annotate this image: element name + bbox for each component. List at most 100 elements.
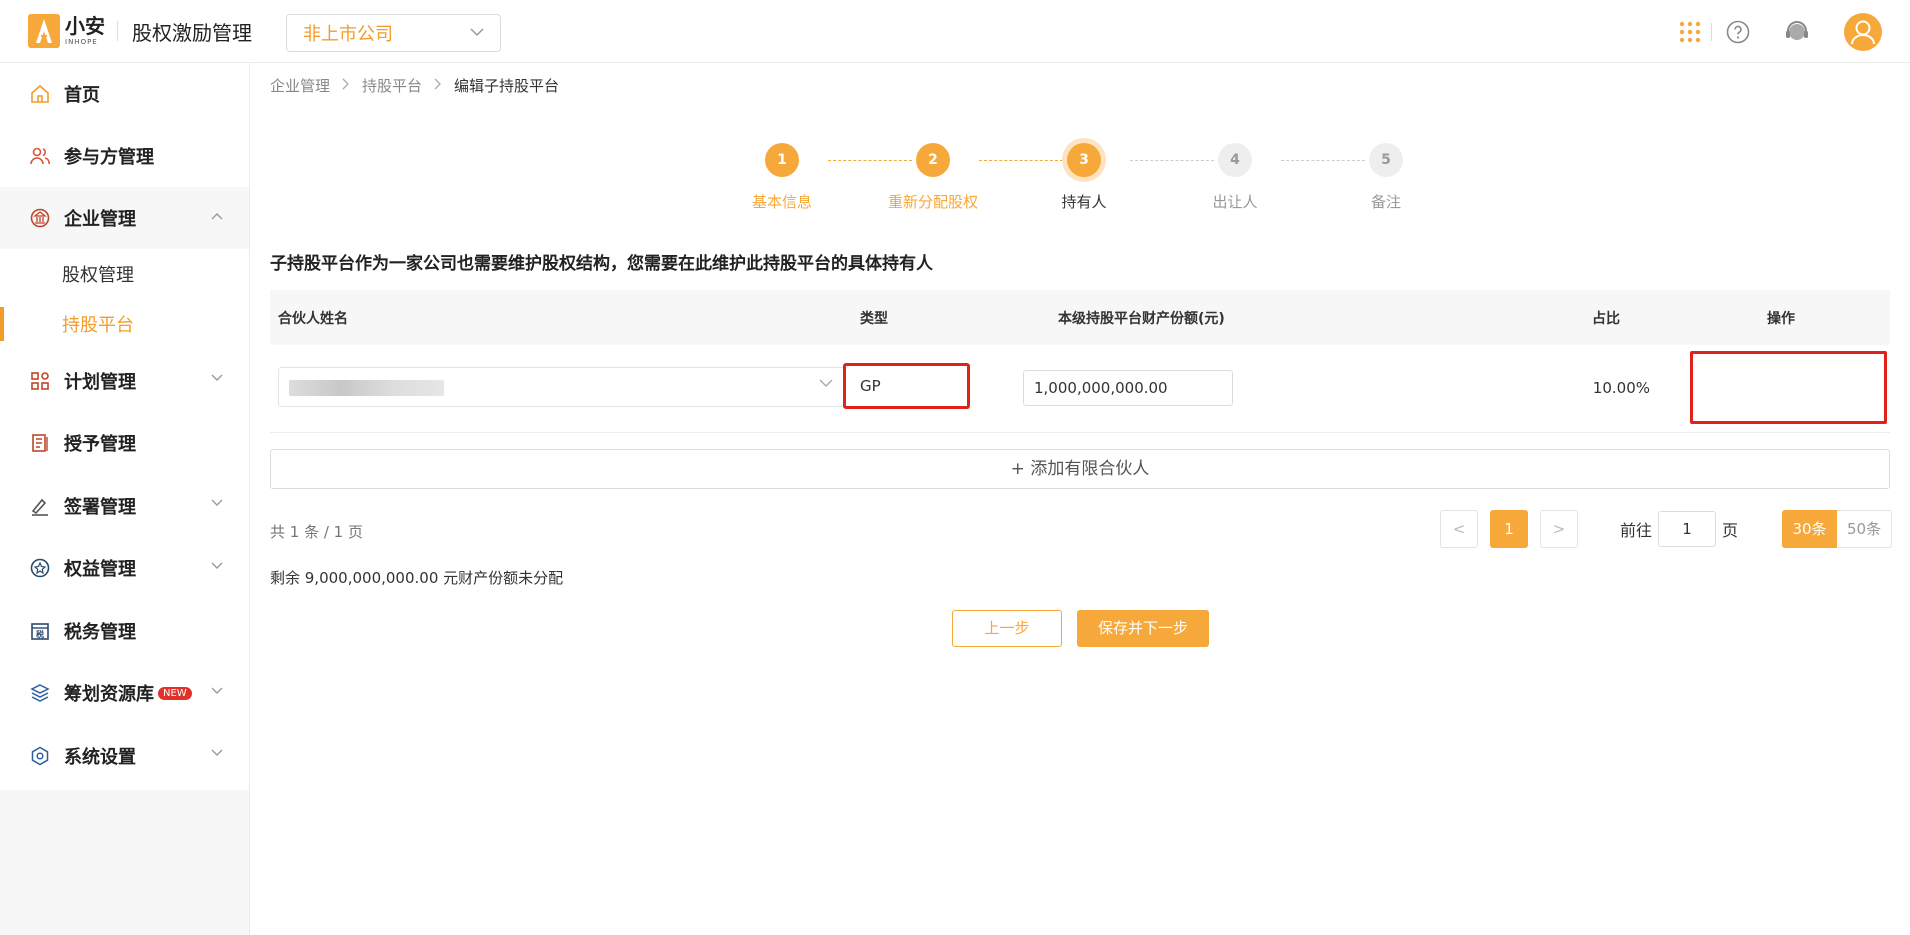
- step-label: 重新分配股权: [887, 193, 978, 211]
- logo-icon: [28, 14, 60, 48]
- help-icon[interactable]: [1726, 20, 1750, 44]
- customer-service-icon[interactable]: [1784, 19, 1810, 45]
- amount-input[interactable]: 1,000,000,000.00: [1023, 370, 1233, 406]
- partner-name-select[interactable]: [278, 367, 844, 407]
- add-limited-partner-button[interactable]: + 添加有限合伙人: [270, 449, 1890, 489]
- table-header: 合伙人姓名 类型 本级持股平台财产份额(元) 占比 操作: [270, 290, 1890, 345]
- page-number-button[interactable]: 1: [1490, 510, 1528, 548]
- sidebar-item-resources[interactable]: 筹划资源库 NEW: [0, 662, 249, 724]
- company-type-select[interactable]: 非上市公司: [286, 14, 501, 52]
- sidebar-item-label: 首页: [64, 85, 100, 106]
- page-size-30[interactable]: 30条: [1782, 510, 1838, 548]
- column-header-type: 类型: [860, 310, 888, 327]
- goto-label: 前往: [1620, 521, 1653, 540]
- svg-text:税: 税: [36, 629, 44, 639]
- company-type-value: 非上市公司: [303, 24, 393, 45]
- sidebar-item-grant[interactable]: 授予管理: [0, 412, 249, 474]
- sidebar-subitem-equity[interactable]: 股权管理: [0, 249, 249, 299]
- step-4: 4 出让人: [1180, 143, 1290, 212]
- column-header-ratio: 占比: [1592, 310, 1620, 327]
- save-and-next-button[interactable]: 保存并下一步: [1077, 610, 1209, 647]
- sidebar-subitem-holding-platform[interactable]: 持股平台: [0, 299, 249, 349]
- chevron-down-icon: [211, 746, 223, 760]
- sidebar-item-enterprise[interactable]: 企业管理: [0, 187, 249, 249]
- step-number: 3: [1067, 143, 1101, 177]
- sidebar-item-participants[interactable]: 参与方管理: [0, 125, 249, 187]
- breadcrumb-item[interactable]: 企业管理: [270, 75, 330, 96]
- divider: [1711, 22, 1712, 41]
- sidebar-item-tax[interactable]: 税 税务管理: [0, 599, 249, 662]
- sidebar-item-sign[interactable]: 签署管理: [0, 474, 249, 537]
- goto-page-input[interactable]: 1: [1658, 511, 1717, 547]
- apps-grid-icon[interactable]: [1679, 21, 1701, 43]
- step-number: 4: [1218, 143, 1252, 177]
- step-number: 5: [1369, 143, 1403, 177]
- step-indicator: 1 基本信息 2 重新分配股权 3 持有人 4 出让人 5 备注: [740, 143, 1480, 223]
- sidebar-item-label: 权益管理: [64, 559, 136, 580]
- app-title: 股权激励管理: [132, 20, 252, 45]
- pagination-total: 共 1 条 / 1 页: [270, 523, 363, 541]
- enterprise-icon: [28, 206, 52, 230]
- step-number: 2: [916, 143, 950, 177]
- redacted-name: [289, 380, 444, 396]
- sidebar: 首页 参与方管理 企业管理 股权管理 持股平台 计划管理 授予管理 签署管理 权…: [0, 63, 250, 935]
- layers-icon: [28, 681, 52, 705]
- step-number: 1: [765, 143, 799, 177]
- chevron-right-icon: [434, 78, 442, 94]
- breadcrumb-current: 编辑子持股平台: [454, 77, 560, 95]
- step-label: 持有人: [1061, 193, 1107, 211]
- section-description: 子持股平台作为一家公司也需要维护股权结构，您需要在此维护此持股平台的具体持有人: [270, 254, 933, 274]
- prev-step-button[interactable]: 上一步: [952, 610, 1062, 647]
- step-1: 1 基本信息: [727, 143, 837, 212]
- logo[interactable]: 小安 INHOPE 股权激励管理: [28, 14, 252, 48]
- sidebar-empty-area: [0, 790, 249, 935]
- sidebar-item-plan[interactable]: 计划管理: [0, 349, 249, 412]
- logo-text: 小安: [65, 14, 105, 38]
- grant-icon: [28, 431, 52, 455]
- sidebar-item-label: 系统设置: [64, 746, 136, 768]
- sidebar-group-enterprise: 企业管理 股权管理 持股平台: [0, 187, 249, 349]
- chevron-down-icon: [211, 496, 223, 510]
- tax-icon: 税: [28, 619, 52, 643]
- page-unit-label: 页: [1722, 521, 1739, 540]
- sidebar-item-label: 签署管理: [64, 496, 136, 518]
- sidebar-item-settings[interactable]: 系统设置: [0, 724, 249, 787]
- equity-icon: [28, 556, 52, 580]
- column-header-actions: 操作: [1767, 310, 1795, 327]
- top-bar: 小安 INHOPE 股权激励管理 非上市公司: [0, 0, 1910, 63]
- new-badge: NEW: [158, 686, 192, 700]
- logo-divider: [117, 21, 118, 41]
- step-5: 5 备注: [1331, 143, 1441, 212]
- sidebar-item-label: 企业管理: [64, 209, 136, 230]
- user-avatar-icon[interactable]: [1844, 12, 1882, 51]
- sidebar-item-label: 计划管理: [64, 371, 136, 393]
- ratio-cell: 10.00%: [1592, 379, 1650, 397]
- step-label: 备注: [1370, 193, 1401, 211]
- chevron-down-icon: [470, 25, 484, 41]
- chevron-down-icon: [211, 684, 223, 698]
- home-icon: [28, 82, 52, 106]
- chevron-down-icon: [819, 377, 833, 392]
- plan-icon: [28, 369, 52, 393]
- sidebar-item-equity-rights[interactable]: 权益管理: [0, 537, 249, 599]
- page-size-selector: 30条 50条: [1782, 510, 1893, 548]
- chevron-right-icon: [342, 78, 350, 94]
- holders-table: 合伙人姓名 类型 本级持股平台财产份额(元) 占比 操作 GP 1,000,00…: [270, 290, 1890, 433]
- actions-cell: [1690, 351, 1887, 424]
- column-header-amount: 本级持股平台财产份额(元): [1058, 310, 1225, 327]
- sidebar-item-label: 参与方管理: [64, 147, 154, 168]
- step-2: 2 重新分配股权: [878, 143, 988, 212]
- prev-page-button[interactable]: <: [1440, 510, 1478, 548]
- step-label: 基本信息: [751, 193, 812, 211]
- breadcrumb: 企业管理 持股平台 编辑子持股平台: [270, 75, 559, 96]
- logo-subtext: INHOPE: [65, 38, 98, 46]
- breadcrumb-item[interactable]: 持股平台: [362, 75, 422, 96]
- sign-icon: [28, 494, 52, 518]
- sidebar-item-label: 税务管理: [64, 621, 136, 643]
- page-size-50[interactable]: 50条: [1837, 510, 1893, 548]
- main-content: 企业管理 持股平台 编辑子持股平台 1 基本信息 2 重新分配股权 3 持有人 …: [250, 63, 1910, 935]
- next-page-button[interactable]: >: [1540, 510, 1578, 548]
- remaining-amount-text: 剩余 9,000,000,000.00 元财产份额未分配: [270, 569, 564, 587]
- sidebar-item-home[interactable]: 首页: [0, 63, 249, 125]
- chevron-down-icon: [211, 371, 223, 385]
